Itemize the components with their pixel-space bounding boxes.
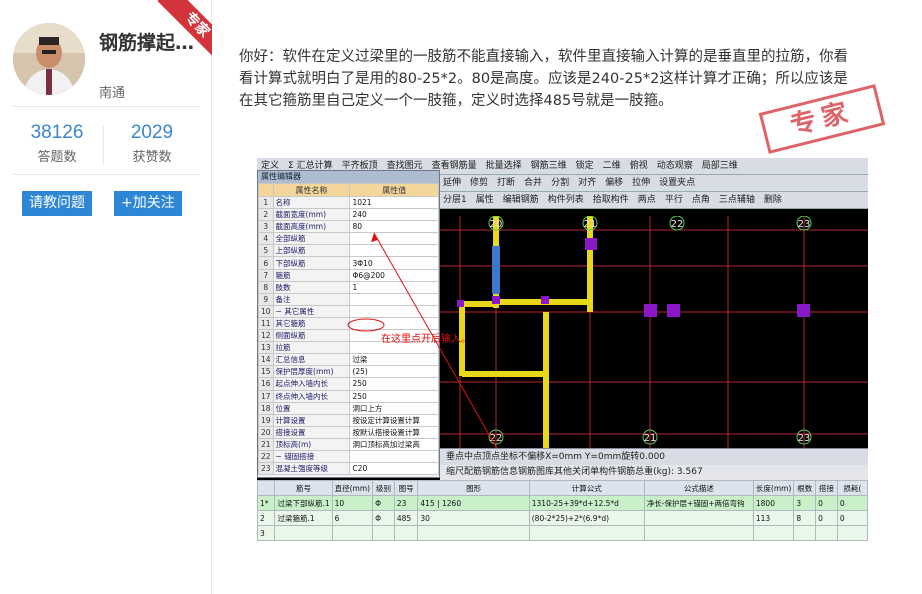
snap-toolbar-item[interactable]: 中点 — [464, 452, 482, 462]
table-cell[interactable] — [815, 525, 838, 541]
table-cell[interactable]: 1800 — [752, 495, 795, 511]
like-count-stat: 2029 获赞数 — [107, 122, 197, 165]
like-count: 2029 — [130, 122, 174, 143]
rebar-table-header: 筋号 直径(mm) 级别 图号 图形 计算公式 公式描述 长度(mm) 根数 搭接 损耗( — [257, 480, 868, 496]
expert-ribbon: 专家 — [150, 0, 212, 62]
table-cell[interactable]: 0 — [836, 510, 868, 526]
table-cell[interactable]: 3 — [793, 495, 817, 511]
table-row[interactable]: 1* 过梁下部纵筋.1 10 Φ 23 415 | 1260 1310-25+39*d+12… — [257, 495, 868, 511]
table-cell[interactable]: 485 — [393, 510, 419, 526]
snap-toolbar-item[interactable]: 旋转 — [621, 452, 639, 462]
snap-toolbar-item[interactable]: X= — [545, 452, 559, 462]
table-cell[interactable]: 6 — [331, 510, 374, 526]
table-cell[interactable] — [752, 525, 795, 541]
like-count-label: 获赞数 — [132, 150, 172, 165]
column-header: 长度(mm) — [752, 480, 795, 496]
table-cell[interactable] — [331, 525, 374, 541]
table-cell[interactable]: 2 — [257, 510, 276, 526]
rebar-toolbar-item[interactable]: 单构件钢筋总重(kg): 3.567 — [590, 467, 703, 477]
table-cell[interactable]: 0 — [815, 510, 838, 526]
table-cell[interactable]: 30 — [417, 510, 530, 526]
table-cell[interactable]: 1* — [257, 495, 276, 511]
stat-divider — [103, 126, 104, 164]
table-cell[interactable]: 过梁下部纵筋.1 — [274, 495, 333, 511]
table-cell[interactable]: 415 | 1260 — [417, 495, 530, 511]
table-cell[interactable]: 23 — [393, 495, 419, 511]
snap-toolbar: 垂点中点顶点坐标不偏移X=0mm Y=0mm旋转0.000 — [440, 448, 868, 465]
follow-button[interactable]: +加关注 — [114, 191, 182, 216]
snap-toolbar-item[interactable]: mm Y= — [565, 452, 598, 462]
snap-toolbar-item[interactable]: 顶点 — [482, 452, 500, 462]
rebar-toolbar-item[interactable]: 钢筋图库 — [518, 467, 554, 477]
table-row[interactable]: 2 过梁箍筋.1 6 Φ 485 30 (80-2*25)+2*(6.9*d) 113 8 0 0 — [257, 510, 868, 526]
table-cell[interactable] — [372, 525, 395, 541]
snap-toolbar-item[interactable]: mm — [604, 452, 622, 462]
rebar-toolbar-item[interactable]: 关闭 — [572, 467, 590, 477]
table-cell[interactable]: 0 — [836, 495, 868, 511]
table-cell[interactable]: 0 — [815, 495, 838, 511]
table-cell[interactable]: 过梁箍筋.1 — [274, 510, 333, 526]
column-header: 公式描述 — [643, 480, 754, 496]
snap-toolbar-item[interactable]: 垂点 — [446, 452, 464, 462]
table-cell[interactable] — [393, 525, 419, 541]
column-header: 直径(mm) — [331, 480, 374, 496]
avatar-photo-icon — [13, 23, 85, 95]
answer-count-label: 答题数 — [37, 150, 77, 165]
table-cell[interactable]: 8 — [793, 510, 817, 526]
rebar-toolbar: 缩尺配筋钢筋信息钢筋图库其他关闭单构件钢筋总重(kg): 3.567 — [440, 465, 868, 480]
avatar[interactable] — [13, 23, 85, 95]
rebar-table: 筋号 直径(mm) 级别 图号 图形 计算公式 公式描述 长度(mm) 根数 搭接 损耗(1* 过梁下… — [257, 480, 868, 548]
software-screenshot: 定义 Σ 汇总计算 平齐板顶 查找图元 查看钢筋量 批量选择 钢筋三维 锁定 二维 俯视 动态观察局… — [257, 158, 868, 548]
snap-toolbar-item[interactable]: 0.000 — [639, 452, 665, 462]
column-header: 根数 — [793, 480, 817, 496]
answer-count: 38126 — [30, 122, 84, 143]
table-cell[interactable]: Φ — [372, 495, 395, 511]
column-header: 损耗( — [836, 480, 868, 496]
answer-text: 你好：软件在定义过梁里的一肢筋不能直接输入，软件里直接输入计算的是垂直里的拉筋，… — [239, 49, 848, 109]
rebar-toolbar-item[interactable]: 其他 — [554, 467, 572, 477]
table-cell[interactable] — [643, 510, 754, 526]
table-cell[interactable] — [643, 525, 754, 541]
table-cell[interactable]: 净长-保护层+锚固+两倍弯钩 — [643, 495, 754, 511]
table-row[interactable]: 3 — [257, 525, 868, 541]
table-cell[interactable]: (80-2*25)+2*(6.9*d) — [528, 510, 645, 526]
column-header: 级别 — [372, 480, 395, 496]
table-cell[interactable]: Φ — [372, 510, 395, 526]
divider — [12, 106, 200, 107]
user-location: 南通 — [99, 86, 126, 101]
table-cell[interactable]: 10 — [331, 495, 374, 511]
divider — [12, 174, 200, 175]
table-cell[interactable] — [836, 525, 868, 541]
rebar-toolbar-item[interactable]: 钢筋信息 — [482, 467, 518, 477]
column-header: 图形 — [417, 480, 530, 496]
column-header: 搭接 — [815, 480, 838, 496]
table-cell[interactable]: 3 — [257, 525, 276, 541]
table-cell[interactable]: 1310-25+39*d+12.5*d — [528, 495, 645, 511]
table-cell[interactable] — [793, 525, 817, 541]
expert-badge: 专家 — [157, 0, 212, 62]
profile-sidebar: 钢筋撑起… 专家 南通 38126 答题数 2029 获赞数 请教问题 +加关注 — [0, 0, 212, 594]
column-header: 筋号 — [274, 480, 333, 496]
column-header — [257, 480, 276, 496]
column-header: 计算公式 — [528, 480, 645, 496]
snap-toolbar-item[interactable]: 不偏移 — [518, 452, 545, 462]
snap-toolbar-item[interactable]: 坐标 — [500, 452, 518, 462]
column-header: 图号 — [393, 480, 419, 496]
answer-count-stat: 38126 答题数 — [12, 122, 102, 165]
table-cell[interactable]: 113 — [752, 510, 795, 526]
ask-question-button[interactable]: 请教问题 — [22, 191, 92, 216]
table-cell[interactable] — [417, 525, 530, 541]
table-cell[interactable] — [274, 525, 333, 541]
rebar-toolbar-item[interactable]: 缩尺配筋 — [446, 467, 482, 477]
annotation-text: 在这里点开后输入。 — [381, 334, 471, 345]
table-cell[interactable] — [528, 525, 645, 541]
